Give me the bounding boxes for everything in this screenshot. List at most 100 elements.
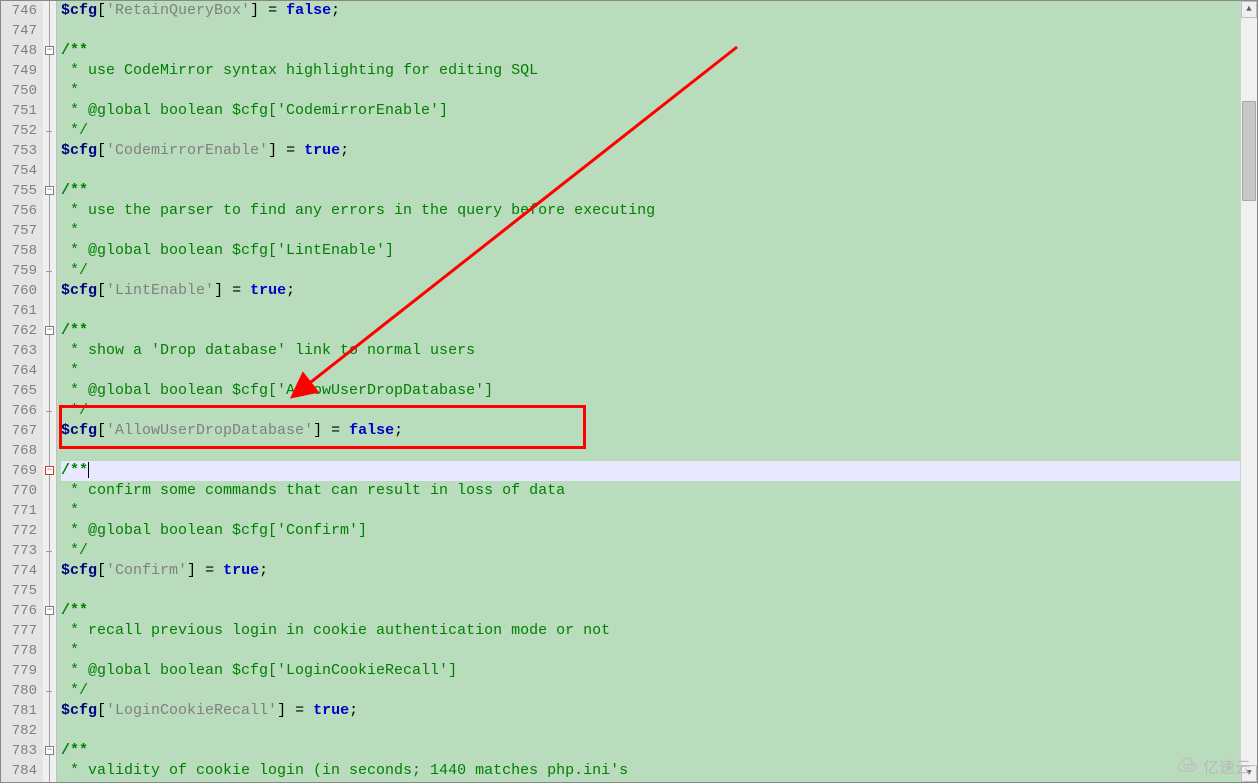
token-op: = — [223, 282, 250, 299]
code-line[interactable]: */ — [61, 261, 1240, 281]
code-line[interactable]: * — [61, 361, 1240, 381]
code-line[interactable]: * — [61, 641, 1240, 661]
line-number: 770 — [1, 481, 37, 501]
token-str: 'CodemirrorEnable' — [106, 142, 268, 159]
line-number: 750 — [1, 81, 37, 101]
fold-end-marker — [46, 271, 52, 272]
code-line[interactable] — [61, 301, 1240, 321]
line-number: 773 — [1, 541, 37, 561]
token-cmt: * — [61, 222, 79, 239]
token-cmt: */ — [61, 122, 88, 139]
line-number: 759 — [1, 261, 37, 281]
fold-toggle[interactable]: − — [45, 606, 54, 615]
fold-toggle[interactable]: − — [45, 326, 54, 335]
token-op: = — [286, 702, 313, 719]
code-line[interactable] — [61, 21, 1240, 41]
token-punct: ] — [250, 2, 259, 19]
token-punct: ; — [286, 282, 295, 299]
token-punct: ] — [214, 282, 223, 299]
token-var: $cfg — [61, 282, 97, 299]
code-line[interactable]: * @global boolean $cfg['Confirm'] — [61, 521, 1240, 541]
line-number-gutter: 7467477487497507517527537547557567577587… — [1, 1, 43, 782]
code-line[interactable]: */ — [61, 541, 1240, 561]
token-punct: ; — [340, 142, 349, 159]
code-line[interactable] — [61, 581, 1240, 601]
token-punct: ; — [349, 702, 358, 719]
token-cmt: * use the parser to find any errors in t… — [61, 202, 655, 219]
code-line[interactable]: /** — [61, 321, 1240, 341]
code-line[interactable]: * — [61, 81, 1240, 101]
code-editor[interactable]: 7467477487497507517527537547557567577587… — [0, 0, 1258, 783]
fold-toggle[interactable]: − — [45, 46, 54, 55]
vertical-scrollbar[interactable]: ▲ ▼ — [1240, 1, 1257, 782]
line-number: 768 — [1, 441, 37, 461]
fold-gutter[interactable]: − − − − − − — [43, 1, 57, 782]
code-line[interactable]: $cfg['AllowUserDropDatabase'] = false; — [61, 421, 1240, 441]
line-number: 753 — [1, 141, 37, 161]
fold-toggle[interactable]: − — [45, 746, 54, 755]
code-line[interactable]: /** — [61, 41, 1240, 61]
code-line[interactable]: $cfg['RetainQueryBox'] = false; — [61, 1, 1240, 21]
fold-toggle[interactable]: − — [45, 186, 54, 195]
code-line[interactable] — [61, 721, 1240, 741]
token-punct: ] — [313, 422, 322, 439]
scroll-thumb[interactable] — [1242, 101, 1256, 201]
token-kw: false — [286, 2, 331, 19]
code-line[interactable]: * @global boolean $cfg['AllowUserDropDat… — [61, 381, 1240, 401]
code-line[interactable]: $cfg['CodemirrorEnable'] = true; — [61, 141, 1240, 161]
code-line[interactable]: * @global boolean $cfg['LoginCookieRecal… — [61, 661, 1240, 681]
code-line[interactable]: * — [61, 501, 1240, 521]
fold-end-marker — [46, 131, 52, 132]
line-number: 778 — [1, 641, 37, 661]
code-line[interactable]: */ — [61, 401, 1240, 421]
code-line[interactable]: */ — [61, 121, 1240, 141]
text-caret — [88, 462, 89, 478]
code-line[interactable]: * @global boolean $cfg['CodemirrorEnable… — [61, 101, 1240, 121]
line-number: 779 — [1, 661, 37, 681]
token-op: = — [322, 422, 349, 439]
code-line[interactable]: * use CodeMirror syntax highlighting for… — [61, 61, 1240, 81]
code-line[interactable]: * validity of cookie login (in seconds; … — [61, 761, 1240, 781]
token-punct: [ — [97, 422, 106, 439]
token-cmt: * — [61, 82, 79, 99]
fold-toggle[interactable]: − — [45, 466, 54, 475]
code-line[interactable]: * recall previous login in cookie authen… — [61, 621, 1240, 641]
code-line[interactable]: * show a 'Drop database' link to normal … — [61, 341, 1240, 361]
fold-end-marker — [46, 691, 52, 692]
fold-end-marker — [46, 551, 52, 552]
line-number: 780 — [1, 681, 37, 701]
token-cmtbold: /** — [61, 602, 88, 619]
code-area[interactable]: $cfg['RetainQueryBox'] = false; /** * use… — [57, 1, 1240, 782]
token-str: 'Confirm' — [106, 562, 187, 579]
code-line[interactable]: $cfg['LintEnable'] = true; — [61, 281, 1240, 301]
scroll-up-button[interactable]: ▲ — [1241, 1, 1257, 18]
code-line[interactable]: /** — [61, 181, 1240, 201]
line-number: 764 — [1, 361, 37, 381]
code-line[interactable]: * — [61, 221, 1240, 241]
token-var: $cfg — [61, 702, 97, 719]
token-cmt: */ — [61, 542, 88, 559]
code-line[interactable]: * confirm some commands that can result … — [61, 481, 1240, 501]
line-number: 771 — [1, 501, 37, 521]
line-number: 762 — [1, 321, 37, 341]
token-punct: [ — [97, 142, 106, 159]
line-number: 763 — [1, 341, 37, 361]
code-line[interactable]: /** — [61, 601, 1240, 621]
token-str: 'LintEnable' — [106, 282, 214, 299]
scroll-down-button[interactable]: ▼ — [1241, 765, 1257, 782]
code-line[interactable] — [61, 161, 1240, 181]
code-line[interactable]: /** — [61, 461, 1240, 481]
token-kw: true — [304, 142, 340, 159]
code-line[interactable]: /** — [61, 741, 1240, 761]
code-line[interactable]: * @global boolean $cfg['LintEnable'] — [61, 241, 1240, 261]
token-op: = — [196, 562, 223, 579]
code-line[interactable] — [61, 441, 1240, 461]
line-number: 758 — [1, 241, 37, 261]
code-line[interactable]: $cfg['Confirm'] = true; — [61, 561, 1240, 581]
token-cmt: * @global boolean $cfg['CodemirrorEnable… — [61, 102, 448, 119]
code-line[interactable]: * use the parser to find any errors in t… — [61, 201, 1240, 221]
token-var: $cfg — [61, 562, 97, 579]
code-line[interactable]: $cfg['LoginCookieRecall'] = true; — [61, 701, 1240, 721]
code-line[interactable]: */ — [61, 681, 1240, 701]
line-number: 772 — [1, 521, 37, 541]
